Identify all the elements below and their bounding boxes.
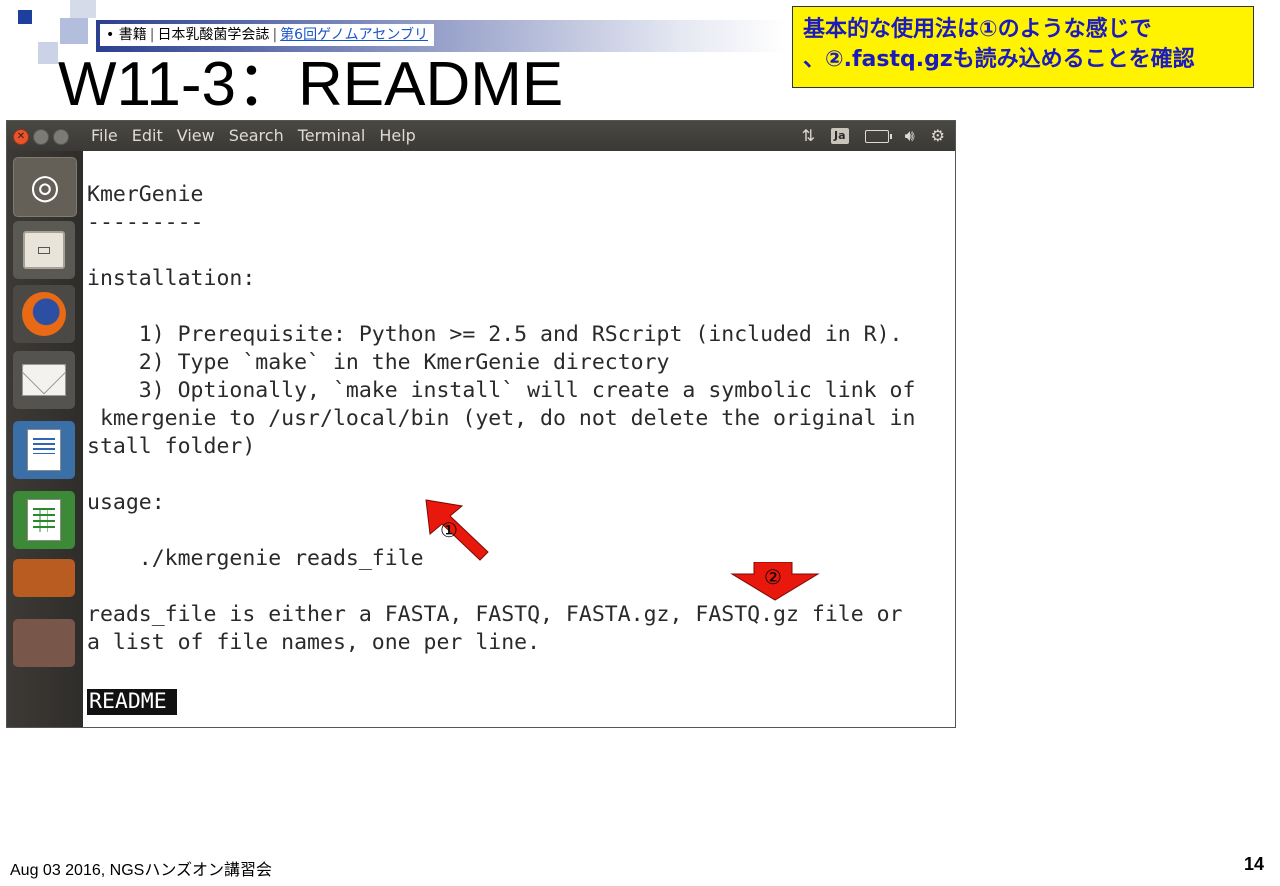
- terminal-window: ✕ File Edit View Search Terminal Help ⇅ …: [6, 120, 956, 728]
- menu-view[interactable]: View: [177, 121, 215, 151]
- page-number: 14: [1243, 854, 1264, 874]
- menu-search[interactable]: Search: [229, 121, 284, 151]
- gear-icon[interactable]: ⚙: [931, 121, 945, 151]
- battery-icon[interactable]: [864, 129, 892, 143]
- terminal-line: stall folder): [87, 434, 256, 459]
- terminal-line: installation:: [87, 266, 256, 291]
- callout-box: 基本的な使用法は①のような感じで 、②.fastq.gzも読み込めることを確認: [792, 6, 1254, 88]
- volume-icon[interactable]: 🔊︎: [905, 121, 915, 151]
- breadcrumb-separator: |: [149, 27, 155, 43]
- files-icon[interactable]: [13, 221, 75, 279]
- calc-icon[interactable]: [13, 491, 75, 549]
- system-tray: ⇅ Ja 🔊︎ ⚙: [802, 121, 945, 151]
- breadcrumb-bullet: •: [106, 27, 115, 43]
- minimize-window-button[interactable]: [33, 129, 49, 145]
- decor-square: [18, 10, 32, 24]
- impress-icon[interactable]: [13, 559, 75, 597]
- launcher: ◎: [7, 151, 83, 727]
- terminal-line: 3) Optionally, `make install` will creat…: [87, 378, 916, 403]
- maximize-window-button[interactable]: [53, 129, 69, 145]
- footer-text: Aug 03 2016, NGSハンズオン講習会: [10, 862, 272, 879]
- close-window-button[interactable]: ✕: [13, 129, 29, 145]
- terminal-line: 1) Prerequisite: Python >= 2.5 and RScri…: [87, 322, 903, 347]
- callout-line: 基本的な使用法は①のような感じで: [803, 17, 1152, 42]
- menu-list: File Edit View Search Terminal Help: [91, 121, 416, 151]
- page-title: W11-3：README: [58, 50, 564, 119]
- terminal-line: usage:: [87, 490, 165, 515]
- close-icon: ✕: [16, 131, 26, 142]
- menu-bar: ✕ File Edit View Search Terminal Help ⇅ …: [7, 121, 955, 151]
- terminal-line: ./kmergenie reads_file: [87, 546, 424, 571]
- terminal-line: a list of file names, one per line.: [87, 630, 541, 655]
- marker-1-label: ①: [440, 518, 458, 542]
- terminal-text-area[interactable]: KmerGenie --------- installation: 1) Pre…: [85, 151, 955, 727]
- firefox-icon[interactable]: [13, 285, 75, 343]
- menu-terminal[interactable]: Terminal: [298, 121, 366, 151]
- mail-icon[interactable]: [13, 351, 75, 409]
- terminal-line: ---------: [87, 210, 204, 235]
- decor-square: [60, 18, 88, 44]
- breadcrumb-item-genome-assembly[interactable]: 第6回ゲノムアセンブリ: [280, 27, 428, 43]
- marker-2-label: ②: [764, 565, 782, 589]
- terminal-line: reads_file is either a FASTA, FASTQ, FAS…: [87, 602, 903, 627]
- menu-file[interactable]: File: [91, 121, 118, 151]
- arrow-marker-2: ②: [730, 562, 820, 602]
- input-method-indicator[interactable]: Ja: [831, 128, 849, 144]
- callout-line: 、②.fastq.gzも読み込めることを確認: [803, 47, 1195, 72]
- breadcrumb: • 書籍 | 日本乳酸菌学会誌 | 第6回ゲノムアセンブリ: [100, 24, 434, 46]
- apps-stack-icon[interactable]: [13, 619, 75, 667]
- arrow-marker-1: ①: [424, 498, 494, 564]
- breadcrumb-item-book[interactable]: 書籍: [119, 27, 147, 43]
- decor-square: [38, 42, 58, 64]
- breadcrumb-separator: |: [272, 27, 278, 43]
- decor-square: [70, 0, 96, 18]
- breadcrumb-item-journal[interactable]: 日本乳酸菌学会誌: [157, 27, 269, 43]
- ubuntu-icon[interactable]: ◎: [13, 157, 77, 217]
- terminal-line: 2) Type `make` in the KmerGenie director…: [87, 350, 670, 375]
- menu-edit[interactable]: Edit: [132, 121, 163, 151]
- pager-status-label: README: [87, 689, 177, 715]
- terminal-line: kmergenie to /usr/local/bin (yet, do not…: [87, 406, 916, 431]
- menu-help[interactable]: Help: [379, 121, 415, 151]
- writer-icon[interactable]: [13, 421, 75, 479]
- terminal-line: KmerGenie: [87, 182, 204, 207]
- network-updown-icon[interactable]: ⇅: [802, 121, 815, 151]
